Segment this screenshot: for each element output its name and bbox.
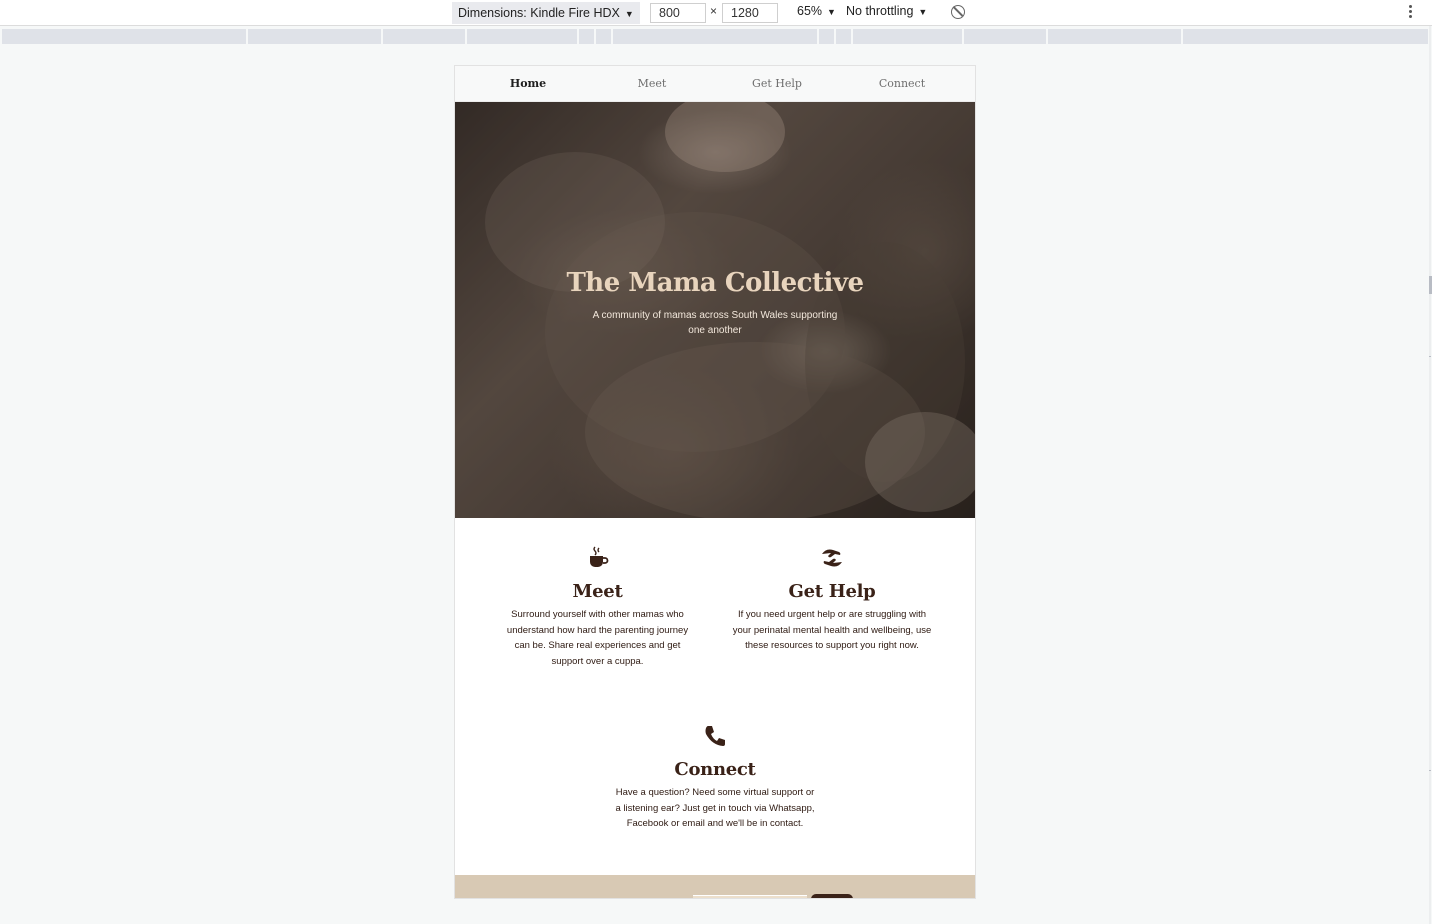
- feature-connect-text: Have a question? Need some virtual suppo…: [615, 787, 815, 829]
- media-query-segment[interactable]: [248, 29, 381, 44]
- hero-banner: The Mama Collective A community of mamas…: [455, 102, 975, 518]
- media-query-segment[interactable]: [1048, 29, 1181, 44]
- chevron-down-icon: ▼: [624, 9, 634, 19]
- media-query-segment[interactable]: [853, 29, 962, 44]
- phone-icon: [705, 726, 725, 746]
- media-query-segment[interactable]: [1183, 29, 1428, 44]
- nav-connect[interactable]: Connect: [879, 77, 925, 90]
- media-query-segment[interactable]: [467, 29, 577, 44]
- feature-meet: Meet Surround yourself with other mamas …: [500, 546, 695, 669]
- feature-connect-title: Connect: [674, 759, 756, 780]
- media-query-segment[interactable]: [836, 29, 851, 44]
- helping-hands-icon: [822, 549, 842, 567]
- device-selector-label: Dimensions: Kindle Fire HDX: [458, 6, 620, 20]
- nav-meet[interactable]: Meet: [638, 77, 667, 90]
- feature-get-help-title: Get Help: [788, 581, 876, 602]
- footer-band: [455, 875, 975, 898]
- coffee-cup-icon: [589, 546, 608, 567]
- device-toolbar: Dimensions: Kindle Fire HDX ▼ 800 × 1280 …: [0, 0, 1432, 26]
- features-section: Meet Surround yourself with other mamas …: [455, 518, 975, 874]
- throttling-label: No throttling: [846, 4, 914, 18]
- footer-input[interactable]: [693, 895, 807, 898]
- device-viewport: Home Meet Get Help Connect The Mama Coll…: [455, 66, 975, 898]
- media-query-segment[interactable]: [964, 29, 1046, 44]
- site-nav: Home Meet Get Help Connect: [455, 66, 975, 102]
- media-query-segment[interactable]: [613, 29, 817, 44]
- dimension-separator: ×: [710, 4, 718, 18]
- footer-button[interactable]: [811, 894, 853, 898]
- zoom-label: 65%: [797, 4, 823, 18]
- zoom-selector[interactable]: 65% ▼: [797, 4, 836, 18]
- feature-connect: Connect Have a question? Need some virtu…: [615, 724, 815, 832]
- height-input[interactable]: 1280: [722, 3, 778, 23]
- width-input[interactable]: 800: [650, 3, 706, 23]
- media-query-segment[interactable]: [383, 29, 465, 44]
- feature-get-help-text: If you need urgent help or are strugglin…: [732, 609, 932, 651]
- nav-home[interactable]: Home: [510, 77, 546, 90]
- feature-meet-text: Surround yourself with other mamas who u…: [506, 609, 689, 667]
- hero-title: The Mama Collective: [566, 268, 864, 298]
- feature-meet-title: Meet: [572, 581, 623, 602]
- media-query-segment[interactable]: [579, 29, 594, 44]
- chevron-down-icon: ▼: [918, 7, 928, 17]
- throttling-selector[interactable]: No throttling ▼: [846, 4, 927, 18]
- chevron-down-icon: ▼: [827, 7, 836, 17]
- media-query-bar: [2, 29, 1428, 44]
- ruler-marks: [1429, 26, 1432, 924]
- device-selector[interactable]: Dimensions: Kindle Fire HDX ▼: [452, 2, 640, 24]
- nav-get-help[interactable]: Get Help: [752, 77, 802, 90]
- rotate-icon[interactable]: [951, 5, 965, 19]
- feature-get-help: Get Help If you need urgent help or are …: [732, 546, 932, 654]
- media-query-segment[interactable]: [596, 29, 611, 44]
- media-query-segment[interactable]: [2, 29, 246, 44]
- media-query-segment[interactable]: [819, 29, 834, 44]
- hero-subtitle: A community of mamas across South Wales …: [592, 310, 838, 336]
- more-options-icon[interactable]: [1404, 4, 1416, 20]
